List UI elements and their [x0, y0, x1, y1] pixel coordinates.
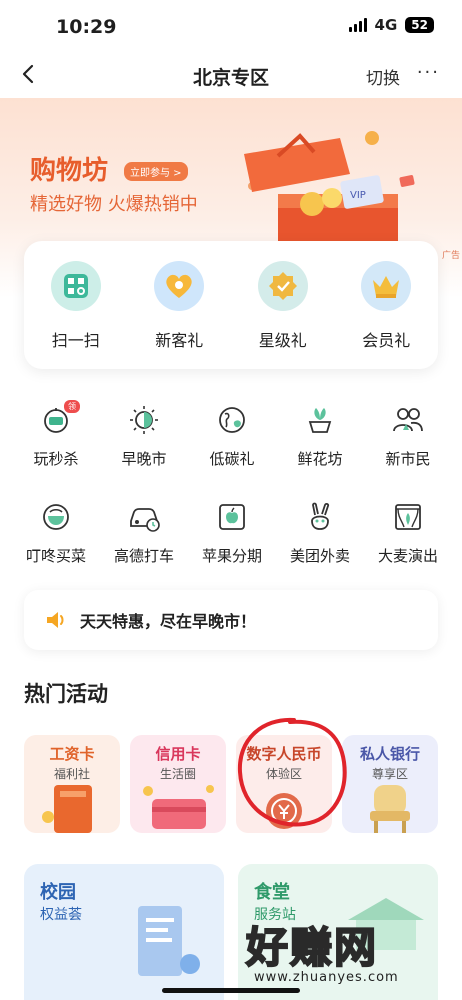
star-badge-icon — [257, 261, 308, 311]
gift-box-illustration: VIP — [244, 131, 415, 254]
nav-bar: 北京专区 切换 ··· — [0, 52, 462, 98]
quick-action-label: 星级礼 — [258, 331, 307, 350]
rabbit-icon — [302, 499, 338, 535]
service-badge: 领 — [64, 400, 80, 413]
activity-card-title: 数字人民币 — [246, 745, 322, 763]
service-dingdong-grocery[interactable]: 叮咚买菜 — [12, 495, 100, 592]
service-morning-evening-market[interactable]: 早晚市 — [100, 398, 188, 495]
banner-join-badge[interactable]: 立即参与 > — [124, 162, 188, 181]
notice-text: 天天特惠，尽在早晚市！ — [80, 612, 257, 631]
watermark-logo-text: 好赚网 — [245, 922, 379, 973]
service-low-carbon[interactable]: 低碳礼 — [188, 398, 276, 495]
car-icon — [126, 499, 162, 535]
crown-icon — [361, 261, 412, 311]
service-damai-shows[interactable]: 大麦演出 — [364, 495, 452, 592]
ad-tag: 广告 — [441, 251, 460, 261]
service-meituan-delivery[interactable]: 美团外卖 — [276, 495, 364, 592]
service-label: 鲜花坊 — [297, 450, 343, 468]
service-label: 高德打车 — [113, 547, 174, 565]
service-flash-sale[interactable]: 领 玩秒杀 — [12, 398, 100, 495]
service-label: 叮咚买菜 — [25, 547, 86, 565]
banner-subtitle: 精选好物 火爆热销中 — [30, 194, 198, 215]
quick-action-star-level[interactable]: 星级礼 — [238, 261, 328, 369]
credit-card-illustration — [143, 785, 214, 829]
service-label: 苹果分期 — [201, 547, 262, 565]
banner-title: 购物坊 — [30, 156, 109, 186]
status-bar: 10:29 4G 52 — [0, 0, 462, 52]
flower-pot-icon — [302, 402, 338, 438]
hot-activities-title: 热门活动 — [24, 682, 108, 706]
more-menu-button[interactable]: ··· — [417, 62, 440, 83]
hot-activities-row: 工资卡 福利社 信用卡 生活圈 数字人民币 体验区 私人银行 尊享区 — [24, 735, 438, 833]
activity-card-title: 私人银行 — [359, 745, 420, 763]
apple-icon — [214, 499, 250, 535]
activity-card-credit-card[interactable]: 信用卡 生活圈 — [130, 735, 226, 833]
activity-card-title: 信用卡 — [155, 745, 201, 763]
service-label: 美团外卖 — [289, 547, 350, 565]
quick-action-member[interactable]: 会员礼 — [341, 261, 431, 369]
quick-actions-card: 扫一扫 新客礼 星级礼 会员礼 — [24, 241, 438, 369]
heart-icon — [154, 261, 205, 311]
service-flower-shop[interactable]: 鲜花坊 — [276, 398, 364, 495]
quick-action-label: 新客礼 — [155, 331, 204, 350]
quick-action-label: 会员礼 — [362, 331, 411, 350]
home-indicator — [162, 988, 300, 993]
network-type: 4G — [374, 16, 398, 34]
service-label: 大麦演出 — [377, 547, 438, 565]
quick-action-new-customer[interactable]: 新客礼 — [134, 261, 224, 369]
service-label: 玩秒杀 — [33, 450, 79, 468]
activity-card-private-banking[interactable]: 私人银行 尊享区 — [342, 735, 438, 833]
activity-card-title: 工资卡 — [49, 745, 95, 763]
activity-card-salary-card[interactable]: 工资卡 福利社 — [24, 735, 120, 833]
campus-card-title: 校园 — [40, 882, 76, 903]
service-label: 早晚市 — [121, 450, 167, 468]
activity-card-digital-rmb[interactable]: 数字人民币 体验区 — [236, 735, 332, 833]
svg-text:VIP: VIP — [350, 190, 366, 201]
service-label: 低碳礼 — [209, 450, 255, 468]
quick-action-label: 扫一扫 — [51, 331, 100, 350]
sun-moon-icon — [126, 402, 162, 438]
notice-bar[interactable]: 天天特惠，尽在早晚市！ — [24, 590, 438, 650]
canteen-card-title: 食堂 — [254, 882, 290, 903]
services-grid: 领 玩秒杀 早晚市 低碳礼 鲜花坊 新市民 叮咚买菜 高德打车 苹果分期 美团外… — [12, 398, 452, 592]
switch-region-button[interactable]: 切换 — [366, 64, 400, 89]
service-apple-installment[interactable]: 苹果分期 — [188, 495, 276, 592]
service-label: 新市民 — [385, 450, 431, 468]
signal-icon — [348, 18, 367, 32]
earth-icon — [214, 402, 250, 438]
quick-action-scan[interactable]: 扫一扫 — [31, 261, 121, 369]
theater-icon — [390, 499, 426, 535]
salary-card-illustration — [42, 785, 92, 833]
status-time: 10:29 — [56, 16, 117, 38]
throne-chair-illustration — [370, 785, 410, 833]
campus-benefits-card[interactable]: 校园 权益荟 — [24, 864, 224, 1000]
service-amap-taxi[interactable]: 高德打车 — [100, 495, 188, 592]
bowl-icon — [38, 499, 74, 535]
service-new-citizen[interactable]: 新市民 — [364, 398, 452, 495]
watermark-url: www.zhuanyes.com — [254, 970, 399, 985]
receipt-illustration — [138, 906, 200, 976]
campus-card-subtitle: 权益荟 — [40, 907, 82, 923]
people-icon — [390, 402, 426, 438]
digital-rmb-coin-illustration — [266, 793, 302, 829]
status-indicators: 4G 52 — [348, 16, 434, 34]
battery-level: 52 — [405, 17, 434, 33]
speaker-icon — [47, 612, 64, 628]
scan-icon — [50, 261, 101, 311]
